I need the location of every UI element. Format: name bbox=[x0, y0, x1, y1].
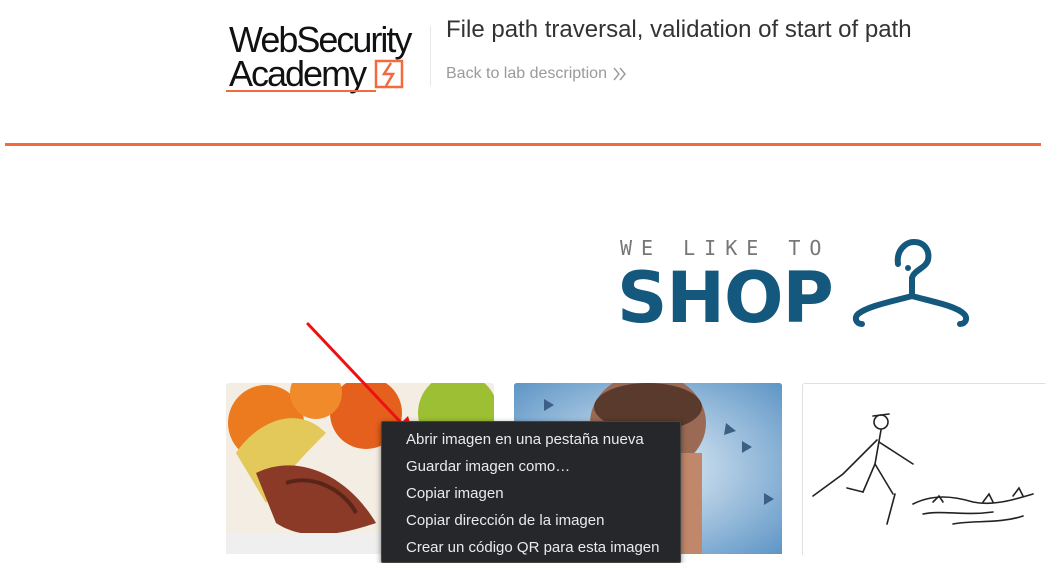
logo-text-academy: Academy bbox=[229, 53, 367, 94]
product-image-sketch[interactable] bbox=[802, 383, 1046, 555]
menu-item-create-qr-code[interactable]: Crear un código QR para esta imagen bbox=[406, 539, 659, 556]
back-link-label: Back to lab description bbox=[446, 65, 607, 82]
header-orange-rule bbox=[5, 143, 1041, 146]
double-chevron-right-icon bbox=[613, 67, 626, 81]
shop-wordmark: SHOP bbox=[617, 257, 834, 339]
menu-item-save-image-as[interactable]: Guardar imagen como… bbox=[406, 458, 570, 475]
lab-title: File path traversal, validation of start… bbox=[446, 16, 912, 43]
back-to-lab-description-link[interactable]: Back to lab description bbox=[446, 65, 627, 83]
logo-underline bbox=[226, 90, 376, 92]
menu-item-open-image-new-tab[interactable]: Abrir imagen en una pestaña nueva bbox=[406, 431, 644, 448]
image-context-menu: Abrir imagen en una pestaña nueva Guarda… bbox=[381, 421, 681, 563]
menu-item-copy-image-address[interactable]: Copiar dirección de la imagen bbox=[406, 512, 604, 529]
sketch-image bbox=[803, 384, 1046, 555]
menu-item-copy-image[interactable]: Copiar imagen bbox=[406, 485, 504, 502]
lightning-bolt-icon bbox=[374, 59, 404, 89]
clothes-hanger-icon bbox=[852, 238, 970, 327]
web-security-academy-logo[interactable]: WebSecurity Academy bbox=[226, 22, 426, 96]
header-divider bbox=[430, 26, 431, 86]
